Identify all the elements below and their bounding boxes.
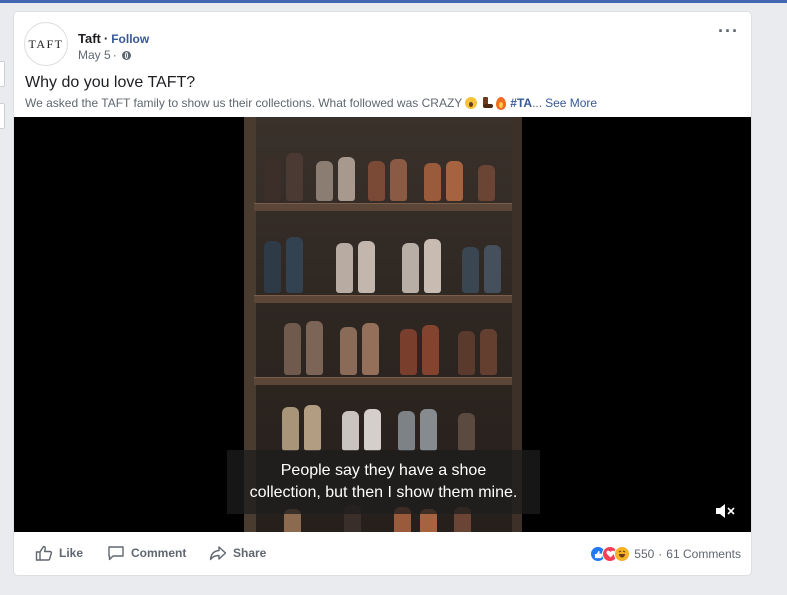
shoe	[424, 163, 441, 201]
share-icon	[209, 546, 227, 561]
ellipsis: ...	[532, 96, 543, 110]
shoe	[478, 165, 495, 201]
shoe	[284, 323, 301, 375]
separator-dot: ·	[103, 31, 109, 46]
post-actions: Like Comment Share 550 · 61 Comments	[14, 532, 751, 575]
globe-icon	[121, 50, 131, 60]
shoe	[446, 161, 463, 201]
video-player[interactable]: People say they have a shoe collection, …	[14, 117, 751, 532]
shoe	[336, 243, 353, 293]
separator-dot: ·	[112, 48, 117, 62]
shoe	[306, 321, 323, 375]
shoe	[340, 327, 357, 375]
subtitle-line: People say they have a shoe	[280, 462, 487, 479]
shoe	[286, 153, 303, 201]
hashtag-link[interactable]: #TA	[510, 96, 532, 110]
thumbs-up-icon	[35, 545, 53, 561]
follow-link[interactable]: Follow	[111, 32, 149, 46]
separator-dot: ·	[658, 547, 663, 561]
description-text: We asked the TAFT family to show us thei…	[25, 96, 463, 110]
shoe	[484, 245, 501, 293]
post-date[interactable]: May 5	[78, 48, 111, 62]
boot-emoji-icon	[480, 97, 494, 109]
shelf	[254, 203, 512, 211]
wow-emoji-icon	[465, 97, 478, 109]
like-label: Like	[59, 546, 84, 560]
comment-icon	[108, 546, 124, 561]
post-meta: May 5 ·	[78, 48, 131, 62]
shoe	[402, 243, 419, 293]
shoe	[286, 237, 303, 293]
shoe	[422, 325, 439, 375]
reaction-count[interactable]: 550	[634, 547, 654, 561]
shoe	[362, 323, 379, 375]
post-card: TAFT Taft · Follow May 5 · ··· Why do you …	[14, 12, 751, 575]
author-line: Taft · Follow	[78, 31, 149, 46]
shelf	[254, 295, 512, 303]
reaction-summary[interactable]: 550 · 61 Comments	[590, 546, 741, 562]
shoe	[364, 409, 381, 451]
shoe	[342, 411, 359, 451]
video-subtitle: People say they have a shoe collection, …	[227, 450, 540, 514]
shelf	[254, 377, 512, 385]
shoe	[264, 157, 281, 201]
post-description: We asked the TAFT family to show us thei…	[25, 96, 597, 110]
haha-reaction-icon	[614, 546, 631, 562]
like-button[interactable]: Like	[35, 545, 83, 561]
top-border	[0, 0, 787, 3]
shoe	[458, 331, 475, 375]
speaker-muted-icon[interactable]	[714, 503, 736, 519]
avatar[interactable]: TAFT	[24, 22, 68, 66]
shoe	[304, 405, 321, 451]
shoe	[424, 239, 441, 293]
more-options-icon[interactable]: ···	[718, 22, 739, 40]
shoe	[282, 407, 299, 451]
avatar-logo: TAFT	[28, 36, 64, 51]
share-button[interactable]: Share	[209, 545, 266, 561]
shoe	[338, 157, 355, 201]
shoe	[398, 411, 415, 451]
post-header: TAFT Taft · Follow May 5 · ···	[14, 12, 751, 72]
shoe	[316, 161, 333, 201]
share-label: Share	[233, 546, 267, 560]
fire-emoji-icon	[496, 96, 507, 110]
side-tab[interactable]	[0, 103, 5, 129]
shoe	[420, 409, 437, 451]
shoe	[462, 247, 479, 293]
shoe	[264, 241, 281, 293]
shoe	[480, 329, 497, 375]
shoe	[390, 159, 407, 201]
side-tab[interactable]	[0, 61, 5, 87]
see-more-link[interactable]: See More	[545, 96, 597, 110]
shoe	[358, 241, 375, 293]
shoe	[458, 413, 475, 451]
post-title: Why do you love TAFT?	[25, 74, 196, 91]
comments-count[interactable]: 61 Comments	[666, 547, 741, 561]
shoe	[400, 329, 417, 375]
comment-label: Comment	[131, 546, 187, 560]
subtitle-line: collection, but then I show them mine.	[249, 484, 518, 501]
page-name[interactable]: Taft	[78, 31, 101, 46]
shoe	[368, 161, 385, 201]
comment-button[interactable]: Comment	[107, 545, 186, 561]
